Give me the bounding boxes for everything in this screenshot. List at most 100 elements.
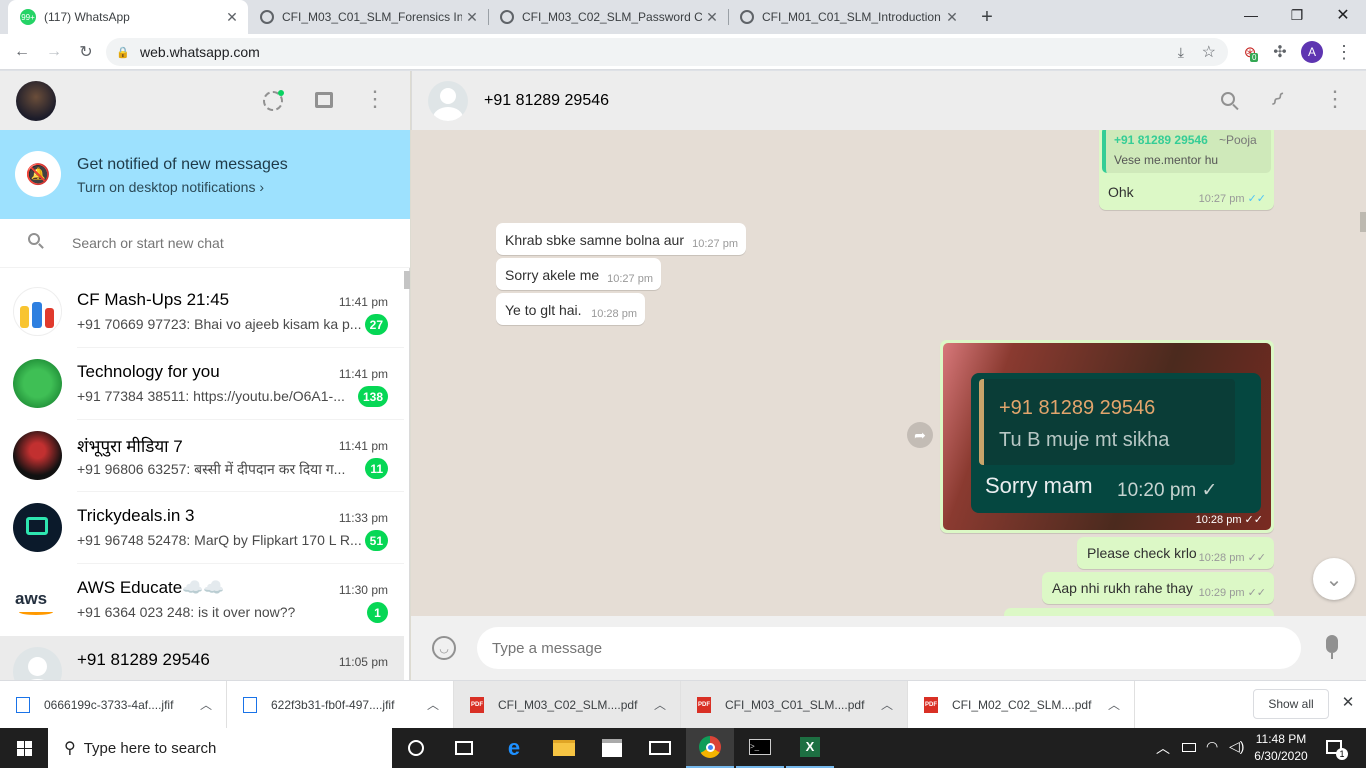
- quoted-message[interactable]: +91 81289 29546 ~Pooja Vese me.mentor hu: [1102, 130, 1271, 173]
- bookmark-star-icon[interactable]: ☆: [1202, 42, 1216, 62]
- mail-icon[interactable]: [636, 728, 684, 768]
- download-item[interactable]: PDF CFI_M02_C02_SLM....pdf ︿: [908, 681, 1135, 728]
- download-item[interactable]: 0666199c-3733-4af....jfif ︿: [0, 681, 227, 728]
- chevron-up-icon[interactable]: ︿: [186, 696, 226, 713]
- image-attachment[interactable]: +91 81289 29546 Tu B muje mt sikha Sorry…: [943, 343, 1271, 530]
- forward-button[interactable]: →: [40, 34, 68, 70]
- contact-avatar[interactable]: [428, 81, 468, 121]
- download-name: 622f3b31-fb0f-497....jfif: [271, 697, 395, 712]
- search-bar: [0, 219, 410, 268]
- message-text: Sorry akele me: [505, 267, 600, 283]
- message-input[interactable]: [477, 627, 1301, 669]
- attach-icon[interactable]: ⌇: [1265, 87, 1290, 112]
- back-button[interactable]: ←: [8, 34, 36, 70]
- new-chat-icon[interactable]: [315, 92, 333, 108]
- taskbar-search-box[interactable]: ⚲ Type here to search: [48, 728, 392, 768]
- download-item[interactable]: PDF CFI_M03_C01_SLM....pdf ︿: [681, 681, 908, 728]
- pdf-file-icon: PDF: [697, 696, 711, 713]
- tab-forensics[interactable]: CFI_M03_C01_SLM_Forensics Inve ✕: [248, 0, 488, 34]
- download-name: CFI_M03_C02_SLM....pdf: [498, 697, 638, 712]
- tab-introduction[interactable]: CFI_M01_C01_SLM_Introduction t ✕: [728, 0, 968, 34]
- chat-item[interactable]: Trickydeals.in 3 11:33 pm +91 96748 5247…: [0, 492, 404, 564]
- download-item[interactable]: 622f3b31-fb0f-497....jfif ︿: [227, 681, 454, 728]
- edge-icon[interactable]: e: [490, 728, 538, 768]
- chevron-up-icon[interactable]: ︿: [1094, 696, 1134, 713]
- tab-whatsapp[interactable]: 99+ (117) WhatsApp ✕: [8, 0, 248, 34]
- browser-toolbar: ← → ↻ 🔒 web.whatsapp.com ⤓ ☆ ⊛ 0 ✣ A ⋮: [0, 34, 1366, 70]
- chat-sidebar: ⋮ 🔕 Get notified of new messages Turn on…: [0, 71, 410, 708]
- scroll-down-button[interactable]: ⌄: [1313, 558, 1355, 600]
- new-tab-button[interactable]: +: [972, 2, 1002, 32]
- message-bubble-out[interactable]: Please check krlo 10:28 pm ✓✓: [1077, 537, 1274, 569]
- notification-banner[interactable]: 🔕 Get notified of new messages Turn on d…: [0, 130, 410, 219]
- chevron-up-icon[interactable]: ︿: [640, 696, 680, 713]
- chat-item[interactable]: CF Mash-Ups 21:45 11:41 pm +91 70669 977…: [0, 276, 404, 348]
- message-area[interactable]: +91 81289 29546 ~Pooja Vese me.mentor hu…: [411, 130, 1366, 616]
- puzzle-extensions-icon[interactable]: ✣: [1266, 34, 1294, 70]
- chrome-menu-icon[interactable]: ⋮: [1330, 34, 1358, 70]
- message-text: Khrab sbke samne bolna aur: [505, 232, 684, 248]
- close-downloads-icon[interactable]: ✕: [1338, 693, 1358, 713]
- chevron-up-icon[interactable]: ︿: [413, 696, 453, 713]
- chat-time: 11:41 pm: [338, 439, 388, 453]
- close-tab-icon[interactable]: ✕: [942, 9, 962, 26]
- minimize-button[interactable]: —: [1228, 0, 1274, 30]
- file-explorer-icon[interactable]: [540, 728, 588, 768]
- wifi-icon[interactable]: ◠: [1206, 738, 1218, 755]
- contact-name[interactable]: +91 81289 29546: [484, 92, 609, 110]
- extension-icon[interactable]: ⊛ 0: [1236, 34, 1264, 70]
- message-bubble-in[interactable]: Khrab sbke samne bolna aur 10:27 pm: [496, 223, 746, 255]
- sidebar-header: ⋮: [0, 71, 410, 130]
- message-bubble-out[interactable]: Aap nhi rukh rahe thay 10:29 pm ✓✓: [1042, 572, 1274, 604]
- show-all-button[interactable]: Show all: [1253, 689, 1329, 719]
- cortana-icon[interactable]: [392, 728, 440, 768]
- battery-icon[interactable]: [1182, 743, 1196, 752]
- microphone-icon[interactable]: [1326, 635, 1338, 653]
- task-view-icon[interactable]: [440, 728, 488, 768]
- download-item[interactable]: PDF CFI_M03_C02_SLM....pdf ︿: [454, 681, 681, 728]
- compose-footer: ◡: [411, 616, 1366, 680]
- chat-name: Trickydeals.in 3: [77, 506, 195, 525]
- reload-button[interactable]: ↻: [72, 34, 100, 70]
- terminal-icon[interactable]: >_: [736, 728, 784, 768]
- profile-avatar[interactable]: A: [1298, 34, 1326, 70]
- windows-start-button[interactable]: [0, 728, 48, 768]
- tab-title: (117) WhatsApp: [44, 10, 130, 24]
- download-icon[interactable]: ⤓: [1178, 44, 1184, 61]
- my-avatar[interactable]: [16, 81, 56, 121]
- message-bubble-out-partial[interactable]: [1004, 608, 1274, 616]
- close-window-button[interactable]: ✕: [1320, 0, 1366, 30]
- aws-logo: aws: [13, 575, 62, 624]
- tab-password[interactable]: CFI_M03_C02_SLM_Password Cra ✕: [488, 0, 728, 34]
- chat-preview: +91 70669 97723: Bhai vo ajeeb kisam ka …: [77, 316, 362, 332]
- chrome-icon[interactable]: [686, 728, 734, 768]
- menu-icon[interactable]: ⋮: [364, 86, 386, 112]
- volume-icon[interactable]: ◁): [1229, 738, 1244, 755]
- message-bubble-out[interactable]: +91 81289 29546 ~Pooja Vese me.mentor hu…: [1099, 130, 1274, 210]
- excel-icon[interactable]: X: [786, 728, 834, 768]
- image-message-bubble[interactable]: +91 81289 29546 Tu B muje mt sikha Sorry…: [940, 340, 1274, 533]
- maximize-button[interactable]: ❐: [1274, 0, 1320, 30]
- chat-item[interactable]: Technology for you 11:41 pm +91 77384 38…: [0, 348, 404, 420]
- messages-scrollbar[interactable]: [1360, 212, 1366, 232]
- chat-item[interactable]: aws AWS Educate☁️☁️ 11:30 pm +91 6364 02…: [0, 564, 404, 636]
- emoji-icon[interactable]: ◡: [432, 636, 456, 660]
- menu-icon[interactable]: ⋮: [1324, 86, 1346, 112]
- close-tab-icon[interactable]: ✕: [222, 9, 242, 26]
- chat-time: 11:05 pm: [338, 655, 388, 669]
- message-bubble-in[interactable]: Sorry akele me 10:27 pm: [496, 258, 661, 290]
- message-bubble-in[interactable]: Ye to glt hai. 10:28 pm: [496, 293, 645, 325]
- search-input[interactable]: [72, 229, 392, 257]
- sidebar-scrollbar[interactable]: [404, 271, 410, 289]
- chat-preview: +91 96748 52478: MarQ by Flipkart 170 L …: [77, 532, 362, 548]
- forward-icon[interactable]: ➦: [907, 422, 933, 448]
- chat-item[interactable]: शंभूपुरा मीडिया 7 11:41 pm +91 96806 632…: [0, 420, 404, 492]
- notification-link[interactable]: Turn on desktop notifications ›: [77, 179, 264, 195]
- close-tab-icon[interactable]: ✕: [462, 9, 482, 26]
- clock[interactable]: 11:48 PM 6/30/2020: [1250, 731, 1312, 765]
- store-icon[interactable]: [588, 728, 636, 768]
- address-bar[interactable]: 🔒 web.whatsapp.com ⤓ ☆: [106, 38, 1228, 66]
- close-tab-icon[interactable]: ✕: [702, 9, 722, 26]
- chevron-up-icon[interactable]: ︿: [1156, 738, 1170, 758]
- chevron-up-icon[interactable]: ︿: [867, 696, 907, 713]
